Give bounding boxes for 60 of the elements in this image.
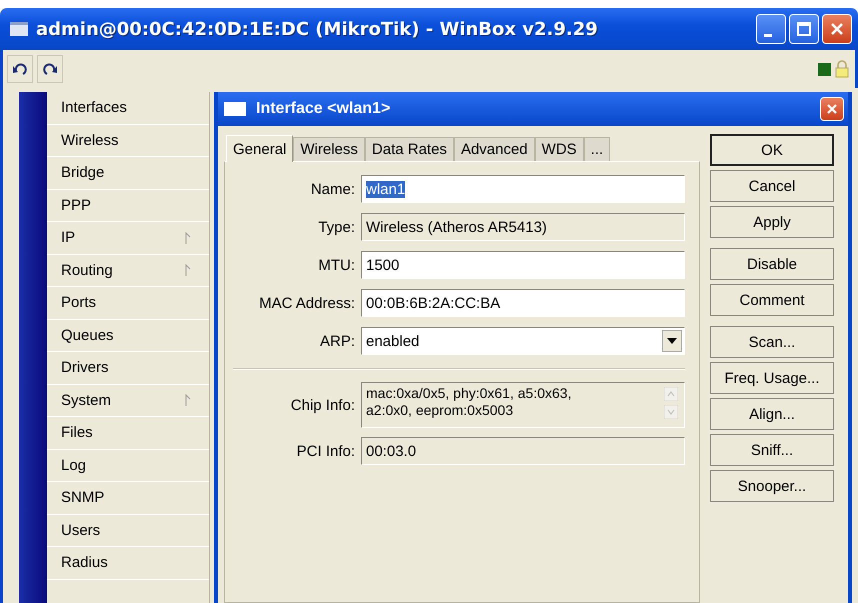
maximize-icon	[794, 19, 814, 39]
minimize-icon	[764, 34, 772, 36]
sidebar-item[interactable]: System	[47, 384, 209, 417]
dropdown-field[interactable]: enabled	[361, 327, 685, 355]
sidebar-item[interactable]: Log	[47, 450, 209, 482]
sidebar-item[interactable]: Users	[47, 514, 209, 547]
field-label: MTU:	[317, 256, 356, 274]
undo-icon	[12, 62, 28, 76]
dialog-button[interactable]: Freq. Usage...	[710, 362, 834, 394]
field-label: ARP:	[318, 332, 356, 350]
field-label: PCI Info:	[296, 442, 356, 460]
sidebar-item[interactable]: Wireless	[47, 124, 209, 157]
readonly-field: 00:03.0	[361, 437, 685, 465]
field-label: MAC Address:	[258, 294, 356, 312]
tab[interactable]: Data Rates	[364, 137, 454, 161]
sidebar-item[interactable]: Ports	[47, 287, 209, 320]
readonly-field: mac:0xa/0x5, phy:0x61, a5:0x63, a2:0x0, eeprom:0x5003	[361, 382, 685, 428]
sidebar-item[interactable]: Radius	[47, 547, 209, 580]
tab[interactable]: Advanced	[454, 137, 535, 161]
sidebar-item[interactable]: Queues	[47, 320, 209, 352]
undo-button[interactable]	[7, 55, 33, 83]
field-label: Name:	[310, 180, 356, 198]
field-label: Chip Info:	[290, 396, 356, 414]
sidebar-item[interactable]: Files	[47, 417, 209, 450]
dialog-button[interactable]: Align...	[710, 398, 834, 430]
maximize-button[interactable]	[789, 14, 819, 44]
sidebar-item[interactable]: Bridge	[47, 157, 209, 190]
tab[interactable]: General	[226, 135, 294, 162]
window-icon	[224, 102, 246, 116]
dialog-button[interactable]: Scan...	[710, 326, 834, 358]
window-icon	[10, 22, 28, 36]
tab[interactable]: WDS	[534, 137, 584, 161]
readonly-field: Wireless (Atheros AR5413)	[361, 213, 685, 241]
dialog-button[interactable]: Apply	[710, 206, 834, 238]
dialog-button[interactable]: Comment	[710, 284, 834, 316]
window-title: admin@00:0C:42:0D:1E:DC (MikroTik) - WinBox v2.9.29	[36, 18, 598, 40]
close-button[interactable]	[822, 14, 852, 44]
dialog-button[interactable]: OK	[710, 134, 834, 166]
redo-icon	[42, 62, 58, 76]
field-label: Type:	[317, 218, 356, 236]
redo-button[interactable]	[37, 55, 63, 83]
dropdown-arrow-icon	[667, 338, 677, 344]
sidebar-item[interactable]: Routing	[47, 254, 209, 287]
close-button[interactable]	[820, 97, 844, 121]
sidebar-item[interactable]: SNMP	[47, 482, 209, 514]
tab[interactable]: ...	[584, 137, 610, 161]
dialog-button[interactable]: Sniff...	[710, 434, 834, 466]
sidebar-item[interactable]: IP	[47, 222, 209, 254]
sidebar-item[interactable]: Interfaces	[47, 92, 209, 124]
input-field[interactable]: 1500	[361, 251, 685, 279]
input-field[interactable]: 00:0B:6B:2A:CC:BA	[361, 289, 685, 317]
sidebar-item[interactable]: PPP	[47, 190, 209, 222]
dialog-button[interactable]: Cancel	[710, 170, 834, 202]
dialog-button[interactable]: Snooper...	[710, 470, 834, 502]
tab[interactable]: Wireless	[293, 137, 365, 161]
minimize-button[interactable]	[756, 14, 786, 44]
input-field[interactable]: wlan1	[361, 175, 685, 203]
sidebar-item[interactable]: Drivers	[47, 352, 209, 384]
dialog-button[interactable]: Disable	[710, 248, 834, 280]
dialog-title: Interface <wlan1>	[256, 100, 390, 118]
